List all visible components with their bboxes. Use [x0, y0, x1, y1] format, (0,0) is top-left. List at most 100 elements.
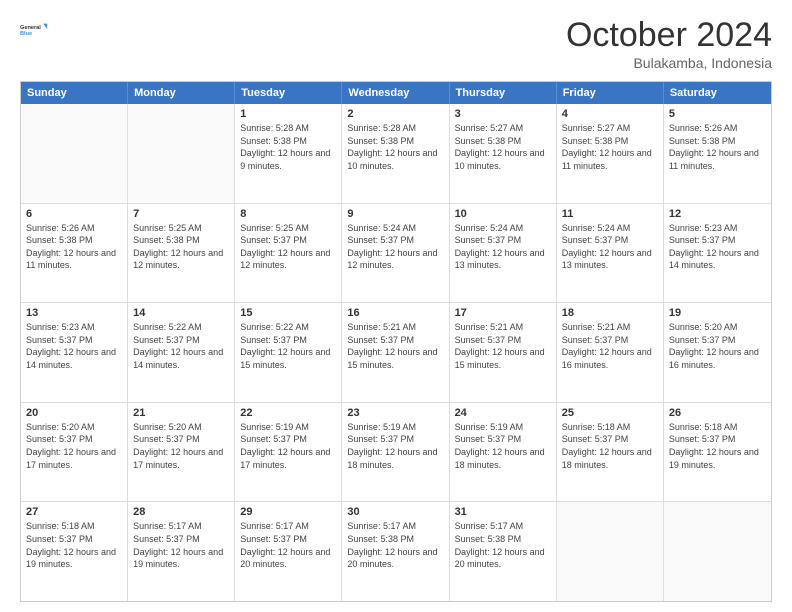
calendar-cell: 27 Sunrise: 5:18 AM Sunset: 5:37 PM Dayli… [21, 502, 128, 601]
day-info: Sunrise: 5:17 AM Sunset: 5:37 PM Dayligh… [133, 520, 229, 570]
calendar-row: 27 Sunrise: 5:18 AM Sunset: 5:37 PM Dayli… [21, 501, 771, 601]
day-info: Sunrise: 5:23 AM Sunset: 5:37 PM Dayligh… [669, 222, 766, 272]
day-number: 11 [562, 208, 658, 220]
day-info: Sunrise: 5:18 AM Sunset: 5:37 PM Dayligh… [562, 421, 658, 471]
day-number: 3 [455, 108, 551, 120]
calendar-header-cell: Tuesday [235, 82, 342, 104]
day-number: 31 [455, 506, 551, 518]
calendar-cell: 13 Sunrise: 5:23 AM Sunset: 5:37 PM Dayli… [21, 303, 128, 402]
day-number: 16 [347, 307, 443, 319]
day-info: Sunrise: 5:17 AM Sunset: 5:38 PM Dayligh… [455, 520, 551, 570]
calendar-cell: 7 Sunrise: 5:25 AM Sunset: 5:38 PM Daylig… [128, 204, 235, 303]
calendar-cell [557, 502, 664, 601]
logo: GeneralBlue [20, 16, 48, 44]
day-info: Sunrise: 5:26 AM Sunset: 5:38 PM Dayligh… [26, 222, 122, 272]
day-info: Sunrise: 5:24 AM Sunset: 5:37 PM Dayligh… [455, 222, 551, 272]
calendar-header-cell: Wednesday [342, 82, 449, 104]
day-info: Sunrise: 5:18 AM Sunset: 5:37 PM Dayligh… [669, 421, 766, 471]
day-info: Sunrise: 5:17 AM Sunset: 5:38 PM Dayligh… [347, 520, 443, 570]
day-number: 17 [455, 307, 551, 319]
day-number: 19 [669, 307, 766, 319]
calendar-cell: 9Sunrise: 5:24 AM Sunset: 5:37 PM Daylig… [342, 204, 449, 303]
calendar-cell: 16 Sunrise: 5:21 AM Sunset: 5:37 PM Dayli… [342, 303, 449, 402]
day-info: Sunrise: 5:27 AM Sunset: 5:38 PM Dayligh… [455, 122, 551, 172]
day-number: 25 [562, 407, 658, 419]
day-number: 14 [133, 307, 229, 319]
day-info: Sunrise: 5:28 AM Sunset: 5:38 PM Dayligh… [347, 122, 443, 172]
page: GeneralBlue October 2024 Bulakamba, Indo… [0, 0, 792, 612]
calendar-cell: 17Sunrise: 5:21 AM Sunset: 5:37 PM Dayli… [450, 303, 557, 402]
day-info: Sunrise: 5:21 AM Sunset: 5:37 PM Dayligh… [347, 321, 443, 371]
day-number: 13 [26, 307, 122, 319]
calendar-cell [128, 104, 235, 203]
subtitle: Bulakamba, Indonesia [566, 55, 772, 71]
day-info: Sunrise: 5:20 AM Sunset: 5:37 PM Dayligh… [26, 421, 122, 471]
calendar-header: SundayMondayTuesdayWednesdayThursdayFrid… [21, 82, 771, 104]
header: GeneralBlue October 2024 Bulakamba, Indo… [20, 16, 772, 71]
calendar-row: 6 Sunrise: 5:26 AM Sunset: 5:38 PM Daylig… [21, 203, 771, 303]
calendar-header-cell: Monday [128, 82, 235, 104]
day-info: Sunrise: 5:26 AM Sunset: 5:38 PM Dayligh… [669, 122, 766, 172]
day-info: Sunrise: 5:19 AM Sunset: 5:37 PM Dayligh… [347, 421, 443, 471]
day-info: Sunrise: 5:28 AM Sunset: 5:38 PM Dayligh… [240, 122, 336, 172]
title-area: October 2024 Bulakamba, Indonesia [566, 16, 772, 71]
day-info: Sunrise: 5:25 AM Sunset: 5:38 PM Dayligh… [133, 222, 229, 272]
calendar-cell: 12 Sunrise: 5:23 AM Sunset: 5:37 PM Dayli… [664, 204, 771, 303]
day-number: 27 [26, 506, 122, 518]
day-info: Sunrise: 5:17 AM Sunset: 5:37 PM Dayligh… [240, 520, 336, 570]
calendar-cell: 28 Sunrise: 5:17 AM Sunset: 5:37 PM Dayli… [128, 502, 235, 601]
day-info: Sunrise: 5:23 AM Sunset: 5:37 PM Dayligh… [26, 321, 122, 371]
calendar-cell: 23Sunrise: 5:19 AM Sunset: 5:37 PM Dayli… [342, 403, 449, 502]
calendar: SundayMondayTuesdayWednesdayThursdayFrid… [20, 81, 772, 602]
day-number: 21 [133, 407, 229, 419]
day-info: Sunrise: 5:27 AM Sunset: 5:38 PM Dayligh… [562, 122, 658, 172]
calendar-cell [664, 502, 771, 601]
calendar-cell: 10Sunrise: 5:24 AM Sunset: 5:37 PM Dayli… [450, 204, 557, 303]
calendar-cell: 31 Sunrise: 5:17 AM Sunset: 5:38 PM Dayli… [450, 502, 557, 601]
day-number: 2 [347, 108, 443, 120]
calendar-cell: 21 Sunrise: 5:20 AM Sunset: 5:37 PM Dayli… [128, 403, 235, 502]
calendar-cell: 18 Sunrise: 5:21 AM Sunset: 5:37 PM Dayli… [557, 303, 664, 402]
day-number: 1 [240, 108, 336, 120]
day-number: 29 [240, 506, 336, 518]
svg-text:General: General [20, 25, 41, 31]
day-info: Sunrise: 5:20 AM Sunset: 5:37 PM Dayligh… [133, 421, 229, 471]
calendar-header-cell: Saturday [664, 82, 771, 104]
calendar-cell: 2 Sunrise: 5:28 AM Sunset: 5:38 PM Daylig… [342, 104, 449, 203]
calendar-cell: 11 Sunrise: 5:24 AM Sunset: 5:37 PM Dayli… [557, 204, 664, 303]
day-info: Sunrise: 5:18 AM Sunset: 5:37 PM Dayligh… [26, 520, 122, 570]
calendar-body: 1 Sunrise: 5:28 AM Sunset: 5:38 PM Daylig… [21, 104, 771, 601]
calendar-cell: 1 Sunrise: 5:28 AM Sunset: 5:38 PM Daylig… [235, 104, 342, 203]
day-info: Sunrise: 5:25 AM Sunset: 5:37 PM Dayligh… [240, 222, 336, 272]
logo-icon: GeneralBlue [20, 16, 48, 44]
day-number: 4 [562, 108, 658, 120]
calendar-row: 20 Sunrise: 5:20 AM Sunset: 5:37 PM Dayli… [21, 402, 771, 502]
day-number: 9 [347, 208, 443, 220]
day-info: Sunrise: 5:19 AM Sunset: 5:37 PM Dayligh… [240, 421, 336, 471]
day-info: Sunrise: 5:22 AM Sunset: 5:37 PM Dayligh… [133, 321, 229, 371]
calendar-row: 1 Sunrise: 5:28 AM Sunset: 5:38 PM Daylig… [21, 104, 771, 203]
day-number: 15 [240, 307, 336, 319]
calendar-cell: 20 Sunrise: 5:20 AM Sunset: 5:37 PM Dayli… [21, 403, 128, 502]
day-info: Sunrise: 5:21 AM Sunset: 5:37 PM Dayligh… [562, 321, 658, 371]
calendar-row: 13 Sunrise: 5:23 AM Sunset: 5:37 PM Dayli… [21, 302, 771, 402]
day-number: 22 [240, 407, 336, 419]
calendar-cell: 3 Sunrise: 5:27 AM Sunset: 5:38 PM Daylig… [450, 104, 557, 203]
calendar-cell: 6 Sunrise: 5:26 AM Sunset: 5:38 PM Daylig… [21, 204, 128, 303]
day-number: 26 [669, 407, 766, 419]
day-number: 12 [669, 208, 766, 220]
day-number: 20 [26, 407, 122, 419]
day-info: Sunrise: 5:24 AM Sunset: 5:37 PM Dayligh… [562, 222, 658, 272]
day-number: 18 [562, 307, 658, 319]
day-info: Sunrise: 5:22 AM Sunset: 5:37 PM Dayligh… [240, 321, 336, 371]
day-info: Sunrise: 5:20 AM Sunset: 5:37 PM Dayligh… [669, 321, 766, 371]
day-number: 6 [26, 208, 122, 220]
day-number: 28 [133, 506, 229, 518]
calendar-cell: 25 Sunrise: 5:18 AM Sunset: 5:37 PM Dayli… [557, 403, 664, 502]
month-title: October 2024 [566, 16, 772, 55]
svg-text:Blue: Blue [20, 31, 32, 37]
calendar-cell: 8Sunrise: 5:25 AM Sunset: 5:37 PM Daylig… [235, 204, 342, 303]
day-number: 7 [133, 208, 229, 220]
calendar-cell: 24Sunrise: 5:19 AM Sunset: 5:37 PM Dayli… [450, 403, 557, 502]
day-info: Sunrise: 5:19 AM Sunset: 5:37 PM Dayligh… [455, 421, 551, 471]
